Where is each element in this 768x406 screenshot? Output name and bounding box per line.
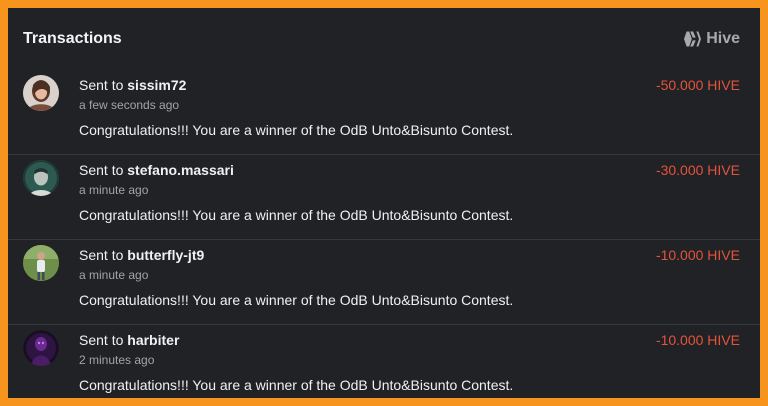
recipient-link[interactable]: harbiter [127, 332, 179, 348]
avatar[interactable] [23, 245, 59, 281]
action-label: Sent to [79, 332, 128, 348]
transaction-time: a minute ago [79, 268, 149, 282]
action-label: Sent to [79, 247, 128, 263]
transaction-list: Sent to sissim72 a few seconds ago Congr… [8, 70, 760, 398]
hive-label: Hive [706, 30, 740, 47]
panel-header: Transactions Hive [8, 8, 760, 68]
transaction-time: 2 minutes ago [79, 353, 155, 367]
transaction-amount: -10.000 HIVE [655, 247, 740, 263]
transaction-row: Sent to stefano.massari a minute ago Con… [8, 155, 760, 240]
avatar[interactable] [23, 330, 59, 366]
recipient-link[interactable]: stefano.massari [127, 162, 234, 178]
avatar[interactable] [23, 160, 59, 196]
hive-logo-icon [684, 31, 702, 47]
panel-title: Transactions [23, 30, 122, 47]
transaction-amount: -30.000 HIVE [655, 162, 740, 178]
hive-brand[interactable]: Hive [684, 30, 740, 48]
transaction-memo: Congratulations!!! You are a winner of t… [79, 207, 514, 223]
transaction-row: Sent to sissim72 a few seconds ago Congr… [8, 70, 760, 155]
transactions-panel: Transactions Hive Sent to sissim72 a few… [8, 8, 760, 398]
action-label: Sent to [79, 77, 128, 93]
transaction-time: a minute ago [79, 183, 149, 197]
transaction-description: Sent to butterfly-jt9 [79, 247, 204, 263]
transaction-amount: -10.000 HIVE [655, 332, 740, 348]
avatar[interactable] [23, 75, 59, 111]
transaction-memo: Congratulations!!! You are a winner of t… [79, 122, 514, 138]
transaction-description: Sent to harbiter [79, 332, 179, 348]
transaction-description: Sent to sissim72 [79, 77, 186, 93]
transaction-row: Sent to butterfly-jt9 a minute ago Congr… [8, 240, 760, 325]
recipient-link[interactable]: sissim72 [127, 77, 186, 93]
action-label: Sent to [79, 162, 128, 178]
transaction-time: a few seconds ago [79, 98, 180, 112]
transaction-memo: Congratulations!!! You are a winner of t… [79, 292, 514, 308]
transaction-description: Sent to stefano.massari [79, 162, 234, 178]
transaction-row: Sent to harbiter 2 minutes ago Congratul… [8, 325, 760, 398]
transaction-memo: Congratulations!!! You are a winner of t… [79, 377, 514, 393]
transaction-amount: -50.000 HIVE [655, 77, 740, 93]
recipient-link[interactable]: butterfly-jt9 [127, 247, 204, 263]
